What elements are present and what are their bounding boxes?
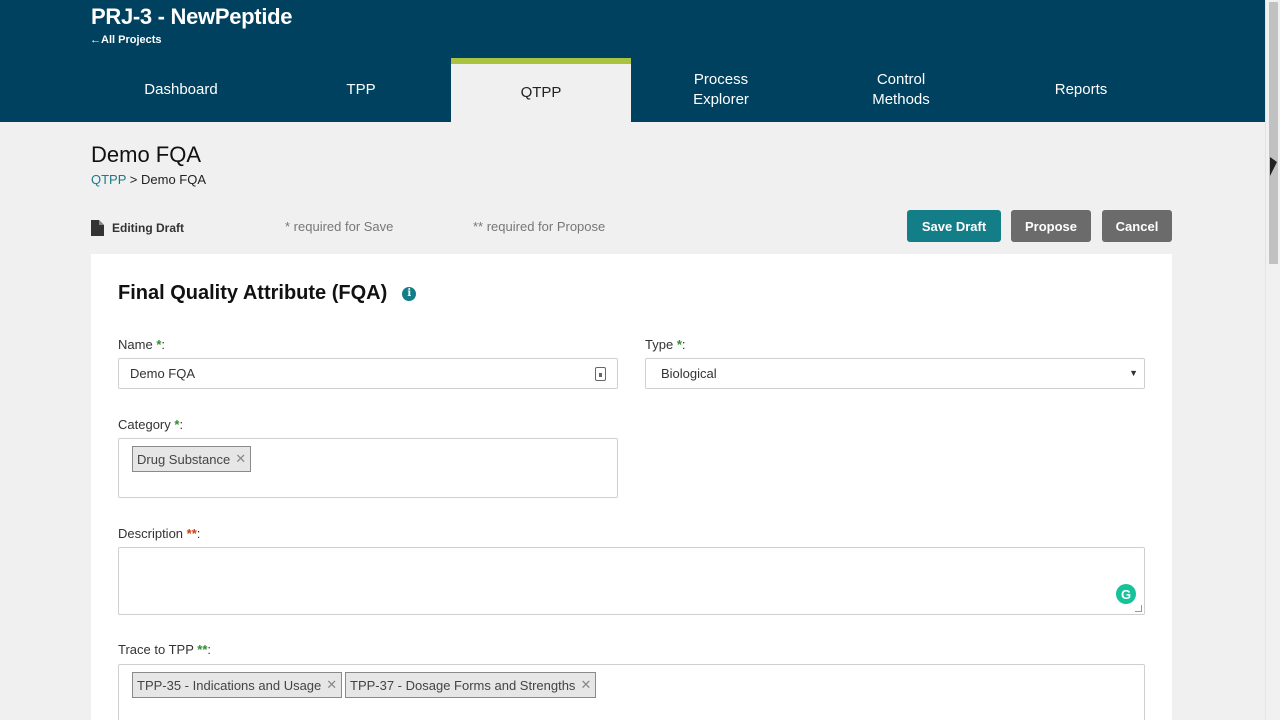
name-field[interactable]: Demo FQA [118, 358, 618, 389]
save-draft-button[interactable]: Save Draft [907, 210, 1001, 242]
description-label-text: Description [118, 526, 184, 541]
main-nav: Dashboard TPP QTPP Process Explorer Cont… [91, 58, 1171, 122]
breadcrumb-separator: > [129, 172, 138, 187]
tab-process-explorer[interactable]: Process Explorer [631, 58, 811, 122]
tab-control-methods[interactable]: Control Methods [811, 58, 991, 122]
all-projects-link[interactable]: ←All Projects [90, 34, 162, 46]
type-label: Type *: [645, 337, 686, 352]
category-tag: Drug Substance ✕ [132, 446, 252, 472]
name-field-value: Demo FQA [130, 366, 196, 381]
remove-tag-icon[interactable]: ✕ [580, 677, 591, 693]
tab-qtpp[interactable]: QTPP [451, 58, 631, 122]
scrollbar-thumb[interactable] [1269, 2, 1278, 264]
form-heading-text: Final Quality Attribute (FQA) [118, 282, 388, 304]
fqa-form-card: Final Quality Attribute (FQA) i Name *: … [91, 254, 1172, 720]
category-label: Category *: [118, 417, 184, 432]
required-marker: * [156, 337, 162, 352]
category-multiselect[interactable]: Drug Substance ✕ [118, 438, 618, 498]
required-marker: ** [186, 526, 197, 541]
page-title: Demo FQA [91, 142, 202, 167]
app-header: PRJ-3 - NewPeptide ←All Projects Dashboa… [0, 0, 1265, 122]
type-select[interactable]: Biological ▼ [645, 358, 1145, 389]
category-label-text: Category [118, 417, 171, 432]
description-textarea[interactable]: G [118, 547, 1145, 615]
draft-status: Editing Draft [91, 220, 184, 236]
trace-tag: TPP-37 - Dosage Forms and Strengths ✕ [345, 672, 597, 698]
cancel-button[interactable]: Cancel [1102, 210, 1172, 242]
trace-tag-label: TPP-37 - Dosage Forms and Strengths [350, 677, 576, 693]
chevron-down-icon: ▼ [1129, 368, 1138, 378]
remove-tag-icon[interactable]: ✕ [235, 451, 246, 467]
required-marker: * [174, 417, 180, 432]
name-label-text: Name [118, 337, 153, 352]
propose-button[interactable]: Propose [1011, 210, 1091, 242]
project-title: PRJ-3 - NewPeptide [91, 4, 293, 29]
tab-reports[interactable]: Reports [991, 58, 1171, 122]
resize-handle-icon[interactable] [1135, 605, 1142, 612]
trace-tag-label: TPP-35 - Indications and Usage [137, 677, 322, 693]
category-tag-label: Drug Substance [137, 451, 231, 467]
info-icon[interactable]: i [402, 286, 417, 301]
trace-multiselect[interactable]: TPP-35 - Indications and Usage ✕ TPP-37 … [118, 664, 1145, 720]
description-label: Description **: [118, 526, 201, 541]
form-heading: Final Quality Attribute (FQA) i [118, 282, 417, 305]
trace-label-text: Trace to TPP [118, 642, 194, 657]
required-marker: ** [197, 642, 208, 657]
breadcrumb-current: Demo FQA [141, 172, 207, 187]
trace-label: Trace to TPP **: [118, 642, 212, 657]
document-icon [91, 220, 104, 236]
tab-dashboard[interactable]: Dashboard [91, 58, 271, 122]
breadcrumb: QTPP > Demo FQA [91, 172, 206, 187]
remove-tag-icon[interactable]: ✕ [326, 677, 337, 693]
type-label-text: Type [645, 337, 674, 352]
draft-status-label: Editing Draft [112, 221, 184, 235]
field-lock-icon [595, 367, 606, 381]
required-marker: * [676, 337, 682, 352]
page-scrollbar[interactable] [1265, 0, 1280, 720]
grammarly-icon[interactable]: G [1116, 584, 1136, 604]
mouse-cursor-icon [1270, 157, 1277, 176]
trace-tag: TPP-35 - Indications and Usage ✕ [132, 672, 343, 698]
breadcrumb-link-qtpp[interactable]: QTPP [91, 172, 126, 187]
required-propose-note: ** required for Propose [473, 219, 606, 234]
type-select-value: Biological [661, 366, 717, 381]
required-save-note: * required for Save [285, 219, 394, 234]
name-label: Name *: [118, 337, 165, 352]
tab-tpp[interactable]: TPP [271, 58, 451, 122]
